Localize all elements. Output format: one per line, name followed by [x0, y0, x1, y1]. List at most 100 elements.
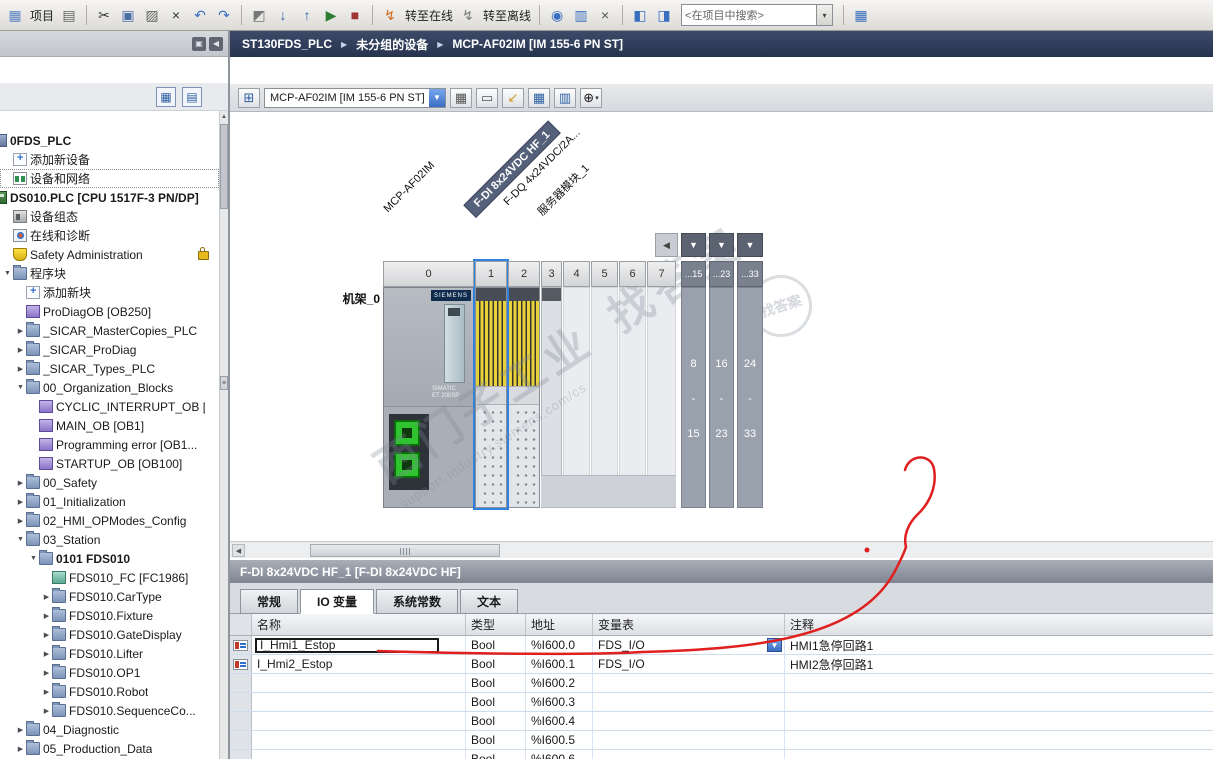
address-cell[interactable]: %I600.3 [526, 693, 593, 711]
tag-table-cell[interactable] [593, 750, 785, 759]
tree-item[interactable]: 设备组态 [0, 207, 219, 226]
tree-item[interactable]: ▶ _SICAR_ProDiag [0, 340, 219, 359]
expand-closed-icon[interactable]: ▶ [15, 745, 26, 753]
address-cell[interactable]: %I600.2 [526, 674, 593, 692]
expand-closed-icon[interactable]: ▶ [15, 327, 26, 335]
table-row[interactable]: Bool %I600.4 [230, 712, 1213, 731]
tree-item[interactable]: ▶ 02_HMI_OPModes_Config [0, 511, 219, 530]
row-selector-cell[interactable] [230, 712, 252, 730]
type-cell[interactable]: Bool [466, 636, 526, 654]
tree-scrollbar-thumb[interactable] [220, 124, 228, 209]
library-icon[interactable]: ▦ [850, 4, 872, 26]
expand-closed-icon[interactable]: ▶ [15, 726, 26, 734]
address-cell[interactable]: %I600.1 [526, 655, 593, 673]
details-view-icon[interactable]: ▤ [182, 86, 202, 107]
tab-2[interactable]: IO 变量 [300, 589, 375, 614]
name-cell[interactable]: I_Hmi1_Estop [252, 636, 466, 654]
expand-column-icon[interactable]: ▼ [709, 233, 734, 257]
table-row[interactable]: Bool %I600.2 [230, 674, 1213, 693]
tree-item[interactable]: ▶ _SICAR_Types_PLC [0, 359, 219, 378]
slot-header-2[interactable]: 2 [508, 261, 540, 287]
slot-header-5[interactable]: 5 [591, 261, 618, 287]
tree-item[interactable]: ▼ 0101 FDS010 [0, 549, 219, 568]
zoom-icon[interactable]: ⊕ ▾ [580, 87, 602, 108]
breadcrumb-item[interactable]: 未分组的设备 [356, 36, 428, 53]
scrollbar-thumb[interactable] [310, 544, 500, 557]
type-cell[interactable]: Bool [466, 712, 526, 730]
expand-closed-icon[interactable]: ▶ [41, 650, 52, 658]
tree-item[interactable]: ProDiagOB [OB250] [0, 302, 219, 321]
measure-icon[interactable]: ▭ [476, 87, 498, 108]
expand-closed-icon[interactable]: ▶ [15, 517, 26, 525]
tree-item[interactable]: 0FDS_PLC [0, 131, 219, 150]
type-cell[interactable]: Bool [466, 674, 526, 692]
expand-closed-icon[interactable]: ▶ [15, 365, 26, 373]
expand-closed-icon[interactable]: ▶ [41, 612, 52, 620]
tree-item[interactable]: ▶ FDS010.Lifter [0, 644, 219, 663]
module-label[interactable]: MCP-AF02IM [382, 159, 438, 215]
horizontal-scrollbar[interactable]: ◀ [230, 541, 1213, 558]
comment-cell[interactable] [785, 674, 1213, 692]
collapsed-column[interactable]: 16 - 23 [709, 287, 734, 508]
download-to-device-icon[interactable]: ↓ [272, 4, 294, 26]
collapsed-column-header[interactable]: ...15 [681, 261, 706, 287]
tree-item[interactable]: Safety Administration [0, 245, 219, 264]
name-edit-input[interactable]: I_Hmi1_Estop [255, 637, 439, 653]
row-selector-cell[interactable] [230, 655, 252, 673]
tree-item[interactable]: ▶ FDS010.Robot [0, 682, 219, 701]
name-cell[interactable] [252, 731, 466, 749]
collapsed-column-header[interactable]: ...23 [709, 261, 734, 287]
slot-header-6[interactable]: 6 [619, 261, 646, 287]
collapsed-column-header[interactable]: ...33 [737, 261, 763, 287]
tree-item[interactable]: ▶ FDS010.CarType [0, 587, 219, 606]
comment-cell[interactable] [785, 750, 1213, 759]
expand-closed-icon[interactable]: ▶ [15, 498, 26, 506]
comment-cell[interactable] [785, 693, 1213, 711]
table-view-icon[interactable]: ▥ [554, 87, 576, 108]
tree-item[interactable]: 添加新设备 [0, 150, 219, 169]
go-offline-icon[interactable]: ↯ [457, 4, 479, 26]
compile-icon[interactable]: ◩ [248, 4, 270, 26]
scroll-up-icon[interactable]: ▲ [220, 111, 228, 123]
golden-arrow-icon[interactable]: ↙ [502, 87, 524, 108]
tree-item[interactable]: ▼ 00_Organization_Blocks [0, 378, 219, 397]
table-row[interactable]: I_Hmi2_Estop Bool %I600.1 FDS_I/O HMI2急停回路1 [230, 655, 1213, 674]
expand-column-icon[interactable]: ▼ [737, 233, 763, 257]
type-cell[interactable]: Bool [466, 655, 526, 673]
table-row[interactable]: Bool %I600.5 [230, 731, 1213, 750]
comment-cell[interactable] [785, 731, 1213, 749]
expand-open-icon[interactable]: ▼ [15, 536, 26, 543]
comment-cell[interactable]: HMI2急停回路1 [785, 655, 1213, 673]
name-cell[interactable]: I_Hmi2_Estop [252, 655, 466, 673]
dock-panel-icon[interactable]: ▣ [192, 36, 206, 51]
search-dropdown-icon[interactable]: ▾ [816, 5, 833, 25]
device-selector-dropdown-icon[interactable]: ▼ [429, 88, 445, 107]
breadcrumb-item[interactable]: MCP-AF02IM [IM 155-6 PN ST] [452, 37, 623, 51]
scroll-left-icon[interactable]: ◀ [232, 544, 245, 557]
expand-closed-icon[interactable]: ▶ [41, 631, 52, 639]
slot-header-4[interactable]: 4 [563, 261, 590, 287]
print-icon[interactable]: ▤ [58, 4, 80, 26]
expand-closed-icon[interactable]: ▶ [41, 707, 52, 715]
split-horizontal-icon[interactable]: ◧ [629, 4, 651, 26]
collapse-left-panel-icon[interactable]: ◀ [209, 36, 223, 51]
expand-column-icon[interactable]: ▼ [681, 233, 706, 257]
type-cell[interactable]: Bool [466, 750, 526, 759]
tree-item[interactable]: 添加新块 [0, 283, 219, 302]
table-row[interactable]: Bool %I600.6 [230, 750, 1213, 759]
device-overview-icon[interactable]: ▦ [450, 87, 472, 108]
tree-item[interactable]: ▶ FDS010.Fixture [0, 606, 219, 625]
collapse-left-icon[interactable]: ◀ [655, 233, 678, 257]
tree-item[interactable]: ▶ 05_Production_Data [0, 739, 219, 758]
expand-closed-icon[interactable]: ▶ [15, 346, 26, 354]
device-selector[interactable]: MCP-AF02IM [IM 155-6 PN ST] ▼ [264, 87, 446, 108]
tree-item[interactable]: STARTUP_OB [OB100] [0, 454, 219, 473]
slot-header-1[interactable]: 1 [475, 261, 507, 287]
close-icon[interactable]: × [594, 4, 616, 26]
go-online-icon[interactable]: ↯ [379, 4, 401, 26]
tree-item[interactable]: ▶ FDS010.GateDisplay [0, 625, 219, 644]
tag-table-cell[interactable]: FDS_I/O ▼ [593, 636, 785, 654]
type-cell[interactable]: Bool [466, 731, 526, 749]
network-view-icon[interactable]: ⊞ [238, 87, 260, 108]
expand-closed-icon[interactable]: ▶ [41, 688, 52, 696]
